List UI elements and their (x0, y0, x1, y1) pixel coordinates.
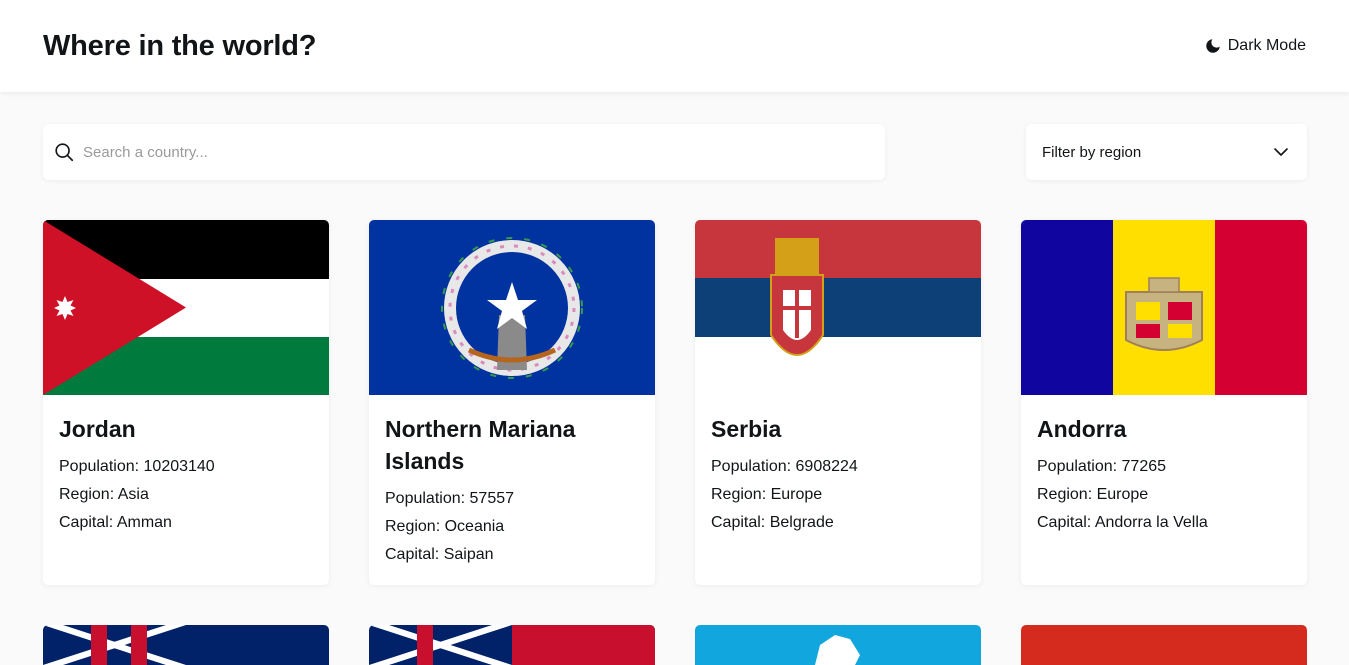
capital-value: Saipan (443, 546, 494, 563)
union-jack-flag (43, 625, 329, 665)
population-label: Population: (385, 490, 466, 507)
capital-line: Capital: Saipan (385, 541, 639, 569)
country-card[interactable] (1021, 625, 1307, 665)
region-line: Region: Europe (711, 481, 965, 509)
capital-value: Belgrade (769, 514, 834, 531)
search-icon (55, 143, 74, 162)
country-card[interactable] (369, 625, 655, 665)
capital-value: Andorra la Vella (1094, 514, 1208, 531)
region-filter-dropdown[interactable]: Filter by region (1026, 124, 1307, 180)
northern-mariana-islands-flag (369, 220, 655, 395)
country-name: Jordan (59, 416, 136, 442)
country-name: Northern Mariana Islands (385, 416, 576, 474)
country-card[interactable] (695, 625, 981, 665)
capital-line: Capital: Andorra la Vella (1037, 509, 1291, 537)
country-card[interactable]: Jordan Population: 10203140 Region: Asia… (43, 220, 329, 585)
capital-label: Capital: (1037, 514, 1092, 531)
population-label: Population: (711, 458, 792, 475)
country-name: Andorra (1037, 416, 1127, 442)
chevron-down-icon (1274, 148, 1288, 156)
search-bar (43, 124, 885, 180)
red-flag (1021, 625, 1307, 665)
population-label: Population: (59, 458, 140, 475)
country-card[interactable]: Serbia Population: 6908224 Region: Europ… (695, 220, 981, 585)
region-value: Asia (117, 486, 149, 503)
region-label: Region: (711, 486, 767, 503)
region-line: Region: Europe (1037, 481, 1291, 509)
population-line: Population: 6908224 (711, 453, 965, 481)
andorra-flag (1021, 220, 1307, 395)
country-name: Serbia (711, 416, 782, 442)
country-card[interactable] (43, 625, 329, 665)
search-input[interactable] (83, 143, 885, 161)
region-value: Europe (1096, 486, 1149, 503)
capital-label: Capital: (711, 514, 766, 531)
site-title: Where in the world? (43, 29, 317, 62)
population-value: 77265 (1121, 458, 1167, 475)
population-line: Population: 57557 (385, 485, 639, 513)
region-value: Oceania (444, 518, 505, 535)
capital-line: Capital: Belgrade (711, 509, 965, 537)
region-line: Region: Oceania (385, 513, 639, 541)
jordan-flag (43, 220, 329, 395)
population-line: Population: 77265 (1037, 453, 1291, 481)
country-card[interactable]: Northern Mariana Islands Population: 575… (369, 220, 655, 585)
region-value: Europe (770, 486, 823, 503)
region-label: Region: (1037, 486, 1093, 503)
population-value: 57557 (469, 490, 515, 507)
capital-line: Capital: Amman (59, 509, 313, 537)
population-label: Population: (1037, 458, 1118, 475)
dark-mode-label: Dark Mode (1227, 37, 1306, 54)
site-header: Where in the world? Dark Mode (0, 0, 1349, 92)
capital-label: Capital: (385, 546, 440, 563)
union-jack-flag (369, 625, 655, 665)
capital-label: Capital: (59, 514, 114, 531)
population-value: 6908224 (795, 458, 858, 475)
region-label: Region: (385, 518, 441, 535)
moon-icon (1206, 39, 1220, 53)
population-line: Population: 10203140 (59, 453, 313, 481)
dark-mode-toggle[interactable]: Dark Mode (1204, 37, 1306, 55)
light-blue-flag (695, 625, 981, 665)
region-label: Region: (59, 486, 115, 503)
capital-value: Amman (116, 514, 172, 531)
region-filter-label: Filter by region (1042, 143, 1142, 161)
country-card[interactable]: Andorra Population: 77265 Region: Europe… (1021, 220, 1307, 585)
region-line: Region: Asia (59, 481, 313, 509)
population-value: 10203140 (143, 458, 215, 475)
serbia-flag (695, 220, 981, 395)
